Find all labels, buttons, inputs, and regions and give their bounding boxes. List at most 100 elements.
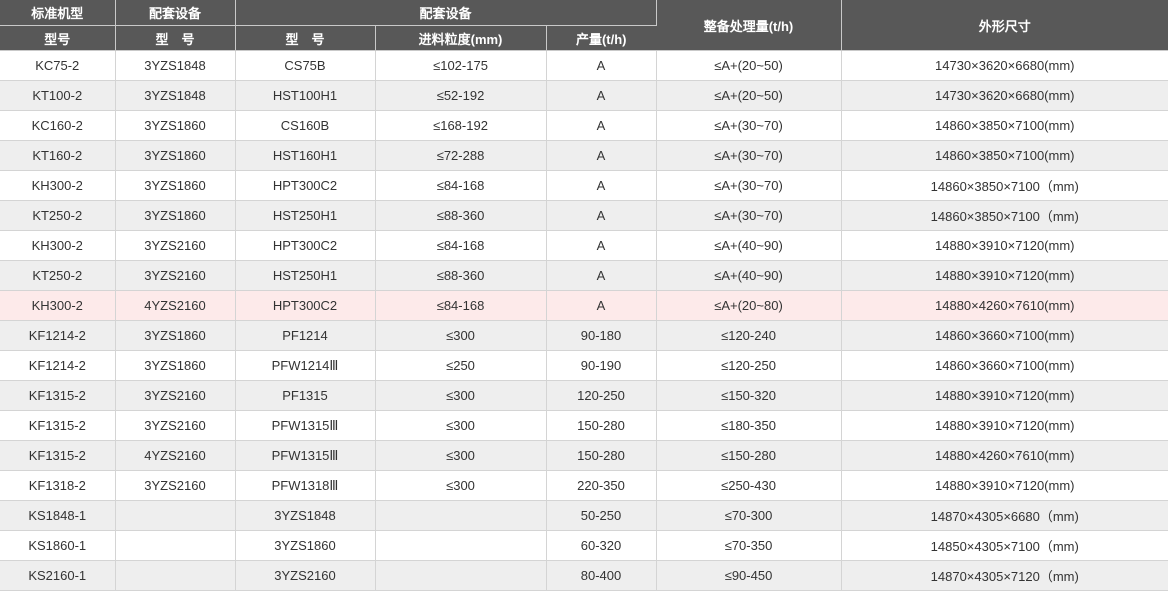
equip-cell: 3YZS1848 (115, 50, 236, 81)
type-cell: CS160B (235, 110, 376, 141)
model-cell: KF1315-2 (0, 380, 116, 411)
output-cell: A (546, 260, 657, 291)
table-row: KS2160-1 3YZS2160 80-400 ≤90-450 14870×4305×… (0, 560, 1168, 591)
model-cell: KF1214-2 (0, 320, 116, 351)
table-row: KF1214-2 3YZS1860 PFW1214Ⅲ ≤250 90-190 ≤120-2… (0, 350, 1168, 381)
type-cell: HPT300C2 (235, 230, 376, 261)
size-cell: 14860×3850×7100(mm) (841, 110, 1168, 141)
table-row: KT160-2 3YZS1860 HST160H1 ≤72-288 A ≤A+(30~70… (0, 140, 1168, 171)
capacity-cell: ≤180-350 (656, 410, 842, 441)
size-cell: 14880×3910×7120(mm) (841, 410, 1168, 441)
size-cell: 14850×4305×7100（mm) (841, 530, 1168, 561)
size-cell: 14730×3620×6680(mm) (841, 50, 1168, 81)
feed-size-cell (375, 530, 547, 561)
equip-cell: 3YZS2160 (115, 260, 236, 291)
capacity-cell: ≤A+(20~50) (656, 50, 842, 81)
output-cell: A (546, 170, 657, 201)
output-cell: A (546, 50, 657, 81)
table-row: KS1848-1 3YZS1848 50-250 ≤70-300 14870×4305×… (0, 500, 1168, 531)
equip-cell: 3YZS1860 (115, 170, 236, 201)
capacity-cell: ≤A+(40~90) (656, 230, 842, 261)
size-cell: 14870×4305×7120（mm) (841, 560, 1168, 591)
output-cell: A (546, 140, 657, 171)
capacity-cell: ≤A+(20~80) (656, 290, 842, 321)
size-cell: 14860×3850×7100(mm) (841, 140, 1168, 171)
type-cell: HPT300C2 (235, 170, 376, 201)
header-capacity: 整备处理量(t/h) (656, 0, 842, 51)
header-model-top: 标准机型 (0, 0, 116, 26)
output-cell: A (546, 80, 657, 111)
type-cell: PFW1315Ⅲ (235, 410, 376, 441)
output-cell: 150-280 (546, 440, 657, 471)
output-cell: 120-250 (546, 380, 657, 411)
model-cell: KC75-2 (0, 50, 116, 81)
table-body: KC75-2 3YZS1848 CS75B ≤102-175 A ≤A+(20~50) 14… (0, 50, 1168, 591)
table-row: KT100-2 3YZS1848 HST100H1 ≤52-192 A ≤A+(20~50… (0, 80, 1168, 111)
equip-cell: 3YZS2160 (115, 230, 236, 261)
size-cell: 14870×4305×6680（mm) (841, 500, 1168, 531)
type-cell: 3YZS1848 (235, 500, 376, 531)
output-cell: 90-190 (546, 350, 657, 381)
type-cell: PF1315 (235, 380, 376, 411)
table-row: KT250-2 3YZS1860 HST250H1 ≤88-360 A ≤A+(30~70… (0, 200, 1168, 231)
equip-cell: 3YZS1860 (115, 200, 236, 231)
header-feed-size: 进料粒度(mm) (375, 25, 547, 51)
feed-size-cell: ≤300 (375, 320, 547, 351)
output-cell: 90-180 (546, 320, 657, 351)
table-row: KC75-2 3YZS1848 CS75B ≤102-175 A ≤A+(20~50) 14… (0, 50, 1168, 81)
capacity-cell: ≤A+(30~70) (656, 140, 842, 171)
feed-size-cell: ≤84-168 (375, 170, 547, 201)
capacity-cell: ≤250-430 (656, 470, 842, 501)
feed-size-cell: ≤52-192 (375, 80, 547, 111)
equip-cell: 3YZS2160 (115, 410, 236, 441)
model-cell: KS1860-1 (0, 530, 116, 561)
type-cell: PFW1318Ⅲ (235, 470, 376, 501)
capacity-cell: ≤70-300 (656, 500, 842, 531)
feed-size-cell: ≤300 (375, 380, 547, 411)
size-cell: 14860×3850×7100（mm) (841, 170, 1168, 201)
header-group-equip: 配套设备 (235, 0, 657, 26)
model-cell: KT250-2 (0, 200, 116, 231)
equip-cell (115, 500, 236, 531)
capacity-cell: ≤150-320 (656, 380, 842, 411)
feed-size-cell: ≤250 (375, 350, 547, 381)
model-cell: KS2160-1 (0, 560, 116, 591)
capacity-cell: ≤150-280 (656, 440, 842, 471)
equip-cell: 3YZS2160 (115, 470, 236, 501)
table-row: KH300-2 3YZS2160 HPT300C2 ≤84-168 A ≤A+(40~90… (0, 230, 1168, 261)
equip-cell: 3YZS1860 (115, 110, 236, 141)
equip-cell: 3YZS1860 (115, 350, 236, 381)
header-equip-top: 配套设备 (115, 0, 236, 26)
model-cell: KH300-2 (0, 290, 116, 321)
feed-size-cell (375, 500, 547, 531)
capacity-cell: ≤120-240 (656, 320, 842, 351)
table-row: KF1315-2 4YZS2160 PFW1315Ⅲ ≤300 150-280 ≤150-… (0, 440, 1168, 471)
type-cell: 3YZS2160 (235, 560, 376, 591)
feed-size-cell: ≤84-168 (375, 230, 547, 261)
output-cell: A (546, 110, 657, 141)
type-cell: HST100H1 (235, 80, 376, 111)
type-cell: PF1214 (235, 320, 376, 351)
table-row: KF1318-2 3YZS2160 PFW1318Ⅲ ≤300 220-350 ≤250-… (0, 470, 1168, 501)
size-cell: 14880×4260×7610(mm) (841, 440, 1168, 471)
header-output: 产量(t/h) (546, 25, 656, 51)
capacity-cell: ≤A+(30~70) (656, 170, 842, 201)
type-cell: 3YZS1860 (235, 530, 376, 561)
capacity-cell: ≤A+(20~50) (656, 80, 842, 111)
feed-size-cell: ≤84-168 (375, 290, 547, 321)
feed-size-cell: ≤88-360 (375, 200, 547, 231)
output-cell: A (546, 200, 657, 231)
output-cell: 50-250 (546, 500, 657, 531)
feed-size-cell: ≤300 (375, 410, 547, 441)
model-cell: KF1315-2 (0, 440, 116, 471)
table-row: KF1315-2 3YZS2160 PF1315 ≤300 120-250 ≤150-32… (0, 380, 1168, 411)
table-row: KS1860-1 3YZS1860 60-320 ≤70-350 14850×4305×… (0, 530, 1168, 561)
table-header: 标准机型 配套设备 配套设备 整备处理量(t/h) 外形尺寸 型号 型 号 型 … (0, 0, 1168, 51)
type-cell: PFW1315Ⅲ (235, 440, 376, 471)
equip-cell: 4YZS2160 (115, 440, 236, 471)
size-cell: 14730×3620×6680(mm) (841, 80, 1168, 111)
model-cell: KT250-2 (0, 260, 116, 291)
equip-cell: 3YZS1860 (115, 320, 236, 351)
capacity-cell: ≤120-250 (656, 350, 842, 381)
type-cell: HST250H1 (235, 260, 376, 291)
